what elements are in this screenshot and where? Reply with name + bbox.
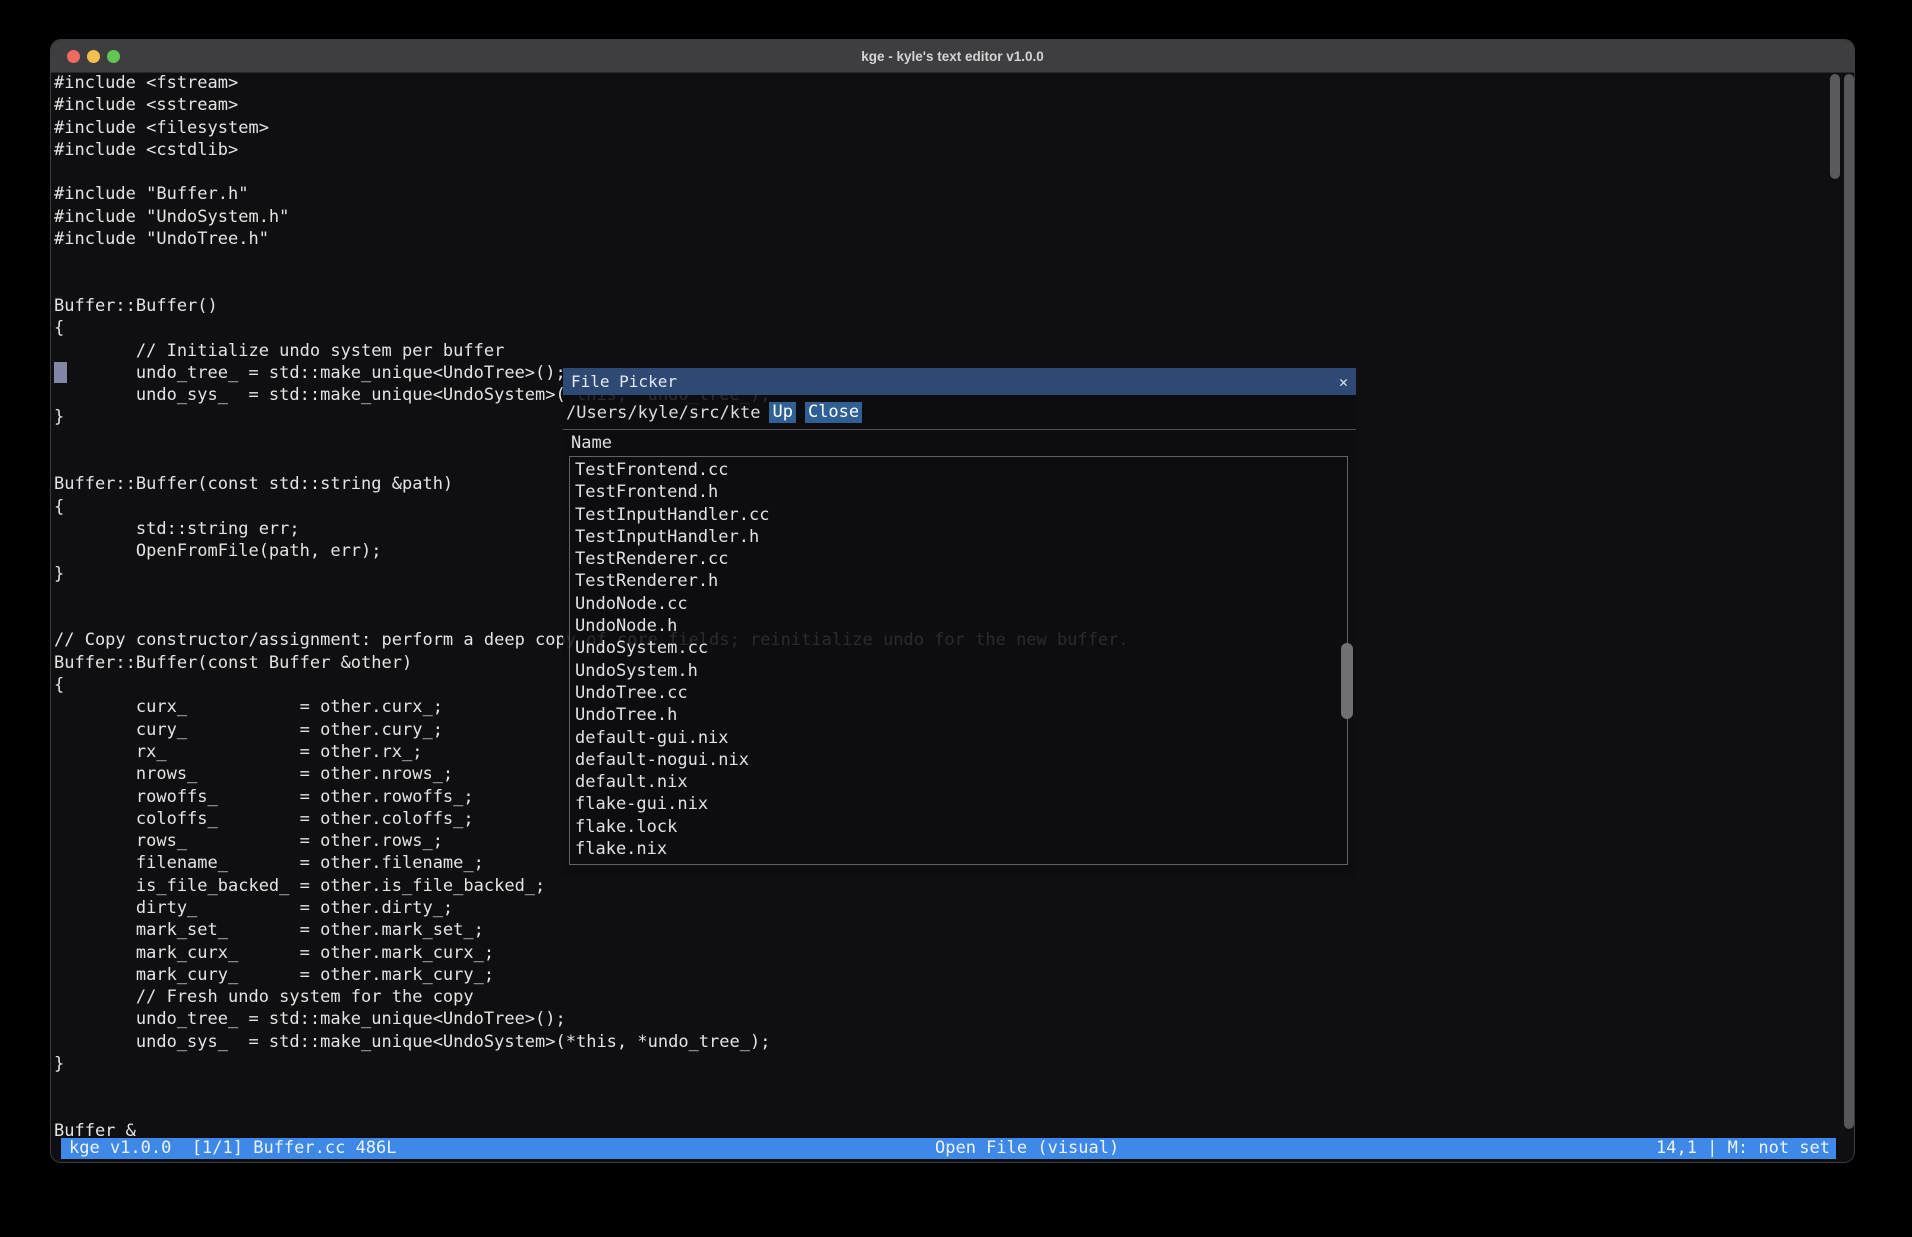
file-list-item[interactable]: default.nix xyxy=(570,771,1347,793)
window-titlebar[interactable]: kge - kyle's text editor v1.0.0 xyxy=(51,40,1854,73)
dialog-close-icon[interactable]: ✕ xyxy=(1339,373,1348,391)
text-cursor xyxy=(54,362,67,383)
file-list-item[interactable]: flake.lock xyxy=(570,816,1347,838)
file-list-item[interactable]: TestInputHandler.cc xyxy=(570,504,1347,526)
file-list-scrollbar-thumb[interactable] xyxy=(1341,643,1353,719)
file-list[interactable]: TestFrontend.ccTestFrontend.hTestInputHa… xyxy=(569,456,1348,865)
file-list-item[interactable]: default-nogui.nix xyxy=(570,749,1347,771)
file-list-item[interactable]: UndoSystem.cc xyxy=(570,637,1347,659)
file-list-item[interactable]: TestRenderer.h xyxy=(570,570,1347,592)
file-list-item[interactable]: flake-gui.nix xyxy=(570,793,1347,815)
file-list-item[interactable]: TestRenderer.cc xyxy=(570,548,1347,570)
status-position: 14,1 | M: not set xyxy=(1656,1138,1830,1159)
status-left: kge v1.0.0 [1/1] Buffer.cc 486L xyxy=(69,1138,397,1159)
file-list-item[interactable]: UndoTree.cc xyxy=(570,682,1347,704)
editor-scrollbar-thumb[interactable] xyxy=(1830,74,1840,179)
file-list-item[interactable]: flake.nix xyxy=(570,838,1347,860)
file-picker-dialog: File Picker ✕ /Users/kyle/src/kte Up Clo… xyxy=(563,368,1356,876)
separator xyxy=(563,429,1356,430)
close-button[interactable]: Close xyxy=(805,402,862,423)
file-list-item[interactable]: TestFrontend.cc xyxy=(570,459,1347,481)
dialog-title: File Picker xyxy=(571,372,677,391)
file-list-item[interactable]: UndoNode.cc xyxy=(570,593,1347,615)
up-button[interactable]: Up xyxy=(769,402,795,423)
window-title: kge - kyle's text editor v1.0.0 xyxy=(51,40,1854,73)
file-list-item[interactable]: TestFrontend.h xyxy=(570,481,1347,503)
file-list-item[interactable]: default-gui.nix xyxy=(570,727,1347,749)
status-bar: kge v1.0.0 [1/1] Buffer.cc 486L Open Fil… xyxy=(61,1138,1836,1159)
status-mode: Open File (visual) xyxy=(935,1138,1119,1159)
file-list-item[interactable]: TestInputHandler.h xyxy=(570,526,1347,548)
file-list-item[interactable]: UndoSystem.h xyxy=(570,660,1347,682)
file-list-item[interactable]: UndoTree.h xyxy=(570,704,1347,726)
editor-scrollbar-track[interactable] xyxy=(1844,74,1854,1129)
dialog-titlebar[interactable]: File Picker ✕ xyxy=(563,368,1356,395)
current-path: /Users/kyle/src/kte xyxy=(566,403,760,423)
file-list-item[interactable]: UndoNode.h xyxy=(570,615,1347,637)
editor-window: kge - kyle's text editor v1.0.0 #include… xyxy=(50,39,1855,1163)
path-row: /Users/kyle/src/kte Up Close xyxy=(566,400,862,425)
desktop: kge - kyle's text editor v1.0.0 #include… xyxy=(0,0,1912,1237)
name-column-header: Name xyxy=(571,433,612,453)
dialog-body: /Users/kyle/src/kte Up Close Name TestFr… xyxy=(563,395,1356,876)
